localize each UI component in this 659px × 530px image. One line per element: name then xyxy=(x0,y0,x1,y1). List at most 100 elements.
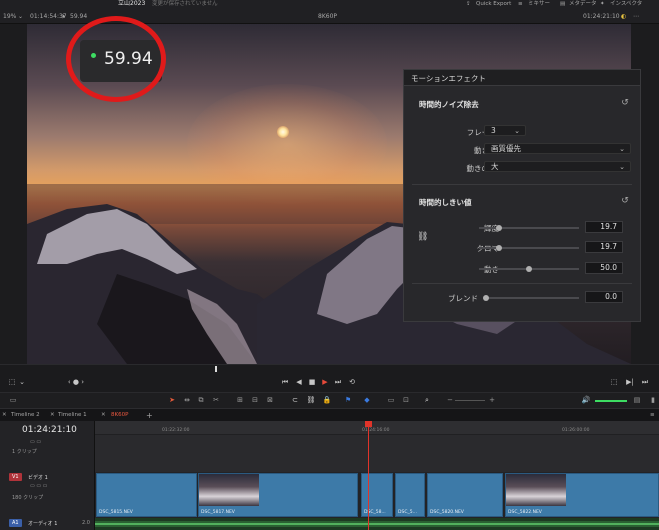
replace-clip-icon[interactable]: ⊠ xyxy=(265,395,275,406)
add-tab-icon[interactable]: + xyxy=(146,410,153,421)
mixer-icon[interactable]: ≡ xyxy=(518,0,523,8)
motion-slider-handle[interactable] xyxy=(526,266,532,272)
clip-name: DSC_5822.NEV xyxy=(508,510,542,515)
luma-value[interactable]: 19.7 xyxy=(585,221,623,233)
transport-bar: ⬚ ⌄ ‹ ● › ⏮ ◀ ■ ▶ ⏭ ⟲ ⬚ ▶| ⏭ xyxy=(0,372,659,392)
panel-title: モーションエフェクト xyxy=(411,74,486,83)
zoom-detail-icon[interactable]: ⌕ xyxy=(422,395,432,406)
flag-icon[interactable]: ⚑ xyxy=(343,395,353,406)
trim-tool-icon[interactable]: ⇹ xyxy=(182,395,192,406)
zoom-full-icon[interactable]: ⊡ xyxy=(401,395,411,406)
tab-8k60p[interactable]: 8K60P xyxy=(111,410,128,421)
dynamic-trim-icon[interactable]: ⧉ xyxy=(196,395,206,406)
zoom-in-icon[interactable]: + xyxy=(487,395,497,406)
full-screen-icon[interactable]: ⬚ xyxy=(609,372,619,392)
loop-icon[interactable]: ⟲ xyxy=(347,372,357,392)
fps-icon: ⏵ xyxy=(62,13,66,20)
go-to-end-icon[interactable]: ⏭ xyxy=(333,372,343,392)
insert-clip-icon[interactable]: ⊞ xyxy=(235,395,245,406)
frames-value: 3 xyxy=(491,126,496,135)
blend-slider[interactable] xyxy=(486,297,579,299)
blade-tool-icon[interactable]: ✂ xyxy=(211,395,221,406)
chroma-slider[interactable] xyxy=(479,247,579,249)
metadata-icon[interactable]: ▤ xyxy=(560,0,565,8)
inspector-icon[interactable]: ✦ xyxy=(600,0,605,8)
volume-slider[interactable] xyxy=(595,400,627,402)
snapping-icon[interactable]: ⊂ xyxy=(290,395,300,406)
volume-meter-icon: ▤ xyxy=(633,396,641,404)
position-lock-icon[interactable]: 🔒 xyxy=(322,395,332,406)
timeline-area[interactable]: 01:22:32:00 01:24:16:00 01:26:00:00 DSC_… xyxy=(95,421,659,530)
reset-threshold-icon[interactable]: ↺ xyxy=(620,196,630,206)
jog-control-icon[interactable]: ‹ ● › xyxy=(64,372,88,392)
time-ruler[interactable]: 01:22:32:00 01:24:16:00 01:26:00:00 xyxy=(95,421,659,435)
zoom-level[interactable]: 19% xyxy=(3,12,16,22)
blend-slider-handle[interactable] xyxy=(483,295,489,301)
edit-toolbar: ▭ ➤ ⇹ ⧉ ✂ ⊞ ⊟ ⊠ ⊂ ⛓ 🔒 ⚑ ◆ ▭ ⊡ ⌕ − + 🔊 ▤ … xyxy=(0,392,659,408)
timeline-clip[interactable]: DSC_5817.NEV xyxy=(198,473,358,517)
zoom-slider[interactable] xyxy=(455,400,485,401)
selection-tool-icon[interactable]: ➤ xyxy=(167,395,177,406)
a1-lane[interactable] xyxy=(95,518,659,530)
options-icon[interactable]: ⋯ xyxy=(633,12,639,22)
chroma-value[interactable]: 19.7 xyxy=(585,241,623,253)
marker-icon[interactable]: ◆ xyxy=(362,395,372,406)
motion-value[interactable]: 50.0 xyxy=(585,262,623,274)
luma-slider[interactable] xyxy=(479,227,579,229)
stop-icon[interactable]: ■ xyxy=(307,372,317,392)
v1-track-controls-icon[interactable]: ▭ ▭ ▭ xyxy=(30,483,47,489)
timeline-view-icon[interactable]: ▭ xyxy=(386,395,396,406)
motion-range-dropdown[interactable]: 大 ⌄ xyxy=(484,161,631,172)
playhead-handle[interactable] xyxy=(365,421,372,427)
a1-badge[interactable]: A1 xyxy=(9,519,22,527)
record-timecode: 01:24:21:10 xyxy=(583,13,620,20)
timeline-clip[interactable]: DSC_5815.NEV xyxy=(96,473,197,517)
reset-nr-icon[interactable]: ↺ xyxy=(620,98,630,108)
motion-estimation-dropdown[interactable]: 画質優先 ⌄ xyxy=(484,143,631,154)
timeline-clip[interactable]: DSC_5... xyxy=(395,473,425,517)
track-controls-icon[interactable]: ▭ ▭ xyxy=(30,439,41,445)
inspector-button[interactable]: インスペクタ xyxy=(610,0,642,8)
last-frame-icon[interactable]: ⏭ xyxy=(640,372,650,392)
linked-selection-icon[interactable]: ⛓ xyxy=(306,395,316,406)
blend-value[interactable]: 0.0 xyxy=(585,291,623,303)
timeline-clip[interactable]: DSC_5822.NEV xyxy=(505,473,659,517)
ruler-tick-label: 01:26:00:00 xyxy=(562,428,590,433)
playhead[interactable] xyxy=(368,421,369,530)
speaker-icon[interactable]: 🔊 xyxy=(581,395,591,406)
chroma-slider-handle[interactable] xyxy=(496,245,502,251)
layout-icon[interactable]: ▭ xyxy=(6,395,20,406)
viewer-options-icon[interactable]: ⬚ xyxy=(6,372,18,392)
close-icon[interactable]: ✕ xyxy=(101,410,106,421)
scrub-bar[interactable] xyxy=(0,364,659,372)
quick-export-button[interactable]: Quick Export xyxy=(476,0,511,8)
go-to-start-icon[interactable]: ⏮ xyxy=(280,372,290,392)
motion-estimation-value: 画質優先 xyxy=(491,144,521,153)
mixer-button[interactable]: ミキサー xyxy=(528,0,550,8)
play-icon[interactable]: ▶ xyxy=(320,372,330,392)
tab-timeline-2[interactable]: Timeline 2 xyxy=(11,410,40,421)
next-clip-icon[interactable]: ▶| xyxy=(625,372,635,392)
zoom-chevron-icon[interactable]: ⌄ xyxy=(18,12,23,22)
tab-timeline-1[interactable]: Timeline 1 xyxy=(58,410,87,421)
metadata-button[interactable]: メタデータ xyxy=(569,0,597,8)
chevron-down-icon: ⌄ xyxy=(619,163,625,171)
quick-export-icon[interactable]: ⇪ xyxy=(466,0,471,8)
frames-dropdown[interactable]: 3 ⌄ xyxy=(484,125,526,136)
chevron-down-icon[interactable]: ⌄ xyxy=(18,372,26,392)
zoom-out-icon[interactable]: − xyxy=(445,395,455,406)
motion-range-value: 大 xyxy=(491,162,499,171)
timeline-clip[interactable]: DSC_58... xyxy=(361,473,393,517)
overwrite-clip-icon[interactable]: ⊟ xyxy=(250,395,260,406)
clip-name: DSC_5815.NEV xyxy=(99,510,133,515)
play-reverse-icon[interactable]: ◀ xyxy=(294,372,304,392)
timeline-clip[interactable]: DSC_5820.NEV xyxy=(427,473,503,517)
v1-badge[interactable]: V1 xyxy=(9,473,22,481)
divider xyxy=(412,184,632,185)
highlight-icon[interactable]: ◐ xyxy=(621,12,626,22)
close-icon[interactable]: ✕ xyxy=(50,410,55,421)
close-icon[interactable]: ✕ xyxy=(2,410,7,421)
luma-slider-handle[interactable] xyxy=(496,225,502,231)
v1-clip-count: 180 クリップ xyxy=(12,495,44,501)
tab-options-icon[interactable]: ≡ xyxy=(650,410,655,421)
